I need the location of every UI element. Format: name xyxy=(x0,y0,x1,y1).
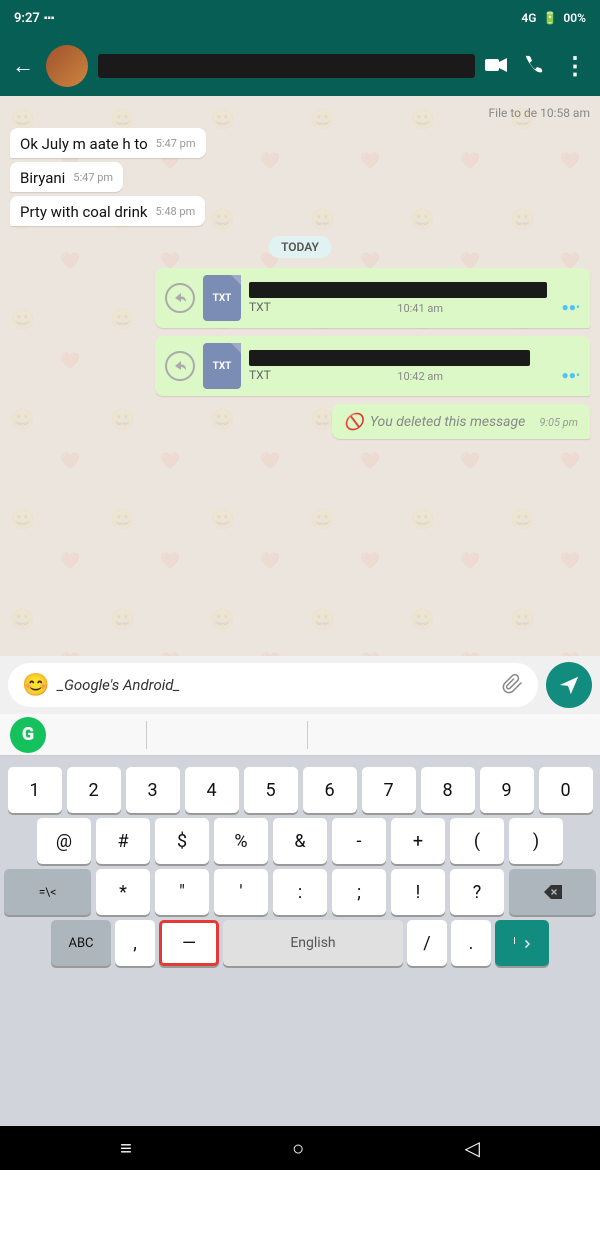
key-dash[interactable]: — xyxy=(159,920,219,966)
divider-2 xyxy=(307,721,308,749)
emoji-button[interactable]: 😊 xyxy=(22,673,49,698)
more-options-icon[interactable]: ⋮ xyxy=(563,52,588,80)
message-text-input[interactable]: _Google's Android_ xyxy=(57,676,494,694)
key-asterisk[interactable]: * xyxy=(96,869,150,915)
key-slash[interactable]: / xyxy=(407,920,447,966)
msg-ticks-2: ●●• xyxy=(561,368,580,382)
key-dollar[interactable]: $ xyxy=(155,818,209,864)
key-ampersand[interactable]: & xyxy=(273,818,327,864)
key-at[interactable]: @ xyxy=(37,818,91,864)
send-button[interactable] xyxy=(546,662,592,708)
battery-label: 00% xyxy=(563,11,586,25)
enter-key[interactable] xyxy=(495,920,549,966)
message-1: Ok July m aate h to 5:47 pm xyxy=(10,128,206,158)
header-icons: ⋮ xyxy=(485,52,588,80)
key-comma[interactable]: , xyxy=(115,920,155,966)
keyboard-toolbar: G xyxy=(0,714,600,756)
key-open-paren[interactable]: ( xyxy=(450,818,504,864)
key-symbols-toggle[interactable]: =\< xyxy=(4,869,91,915)
nav-home-icon[interactable]: ○ xyxy=(292,1136,304,1161)
divider-1 xyxy=(146,721,147,749)
nav-menu-icon[interactable]: ≡ xyxy=(120,1136,132,1161)
network-label: 4G xyxy=(521,11,536,25)
chat-header: ← ⋮ xyxy=(0,36,600,96)
key-apostrophe[interactable]: ' xyxy=(214,869,268,915)
key-6[interactable]: 6 xyxy=(303,767,357,813)
day-separator: TODAY xyxy=(269,236,331,258)
message-input-container[interactable]: 😊 _Google's Android_ xyxy=(8,663,538,707)
grammarly-button[interactable]: G xyxy=(10,717,46,753)
voice-call-icon[interactable] xyxy=(525,54,545,79)
key-abc[interactable]: ABC xyxy=(51,920,111,966)
nav-bar: ≡ ○ ◁ xyxy=(0,1126,600,1170)
status-bar: 9:27 ▪▪▪ 4G 🔋 00% xyxy=(0,0,600,36)
key-7[interactable]: 7 xyxy=(362,767,416,813)
top-file-msg: File to de 10:58 am xyxy=(489,106,590,120)
time-display: 9:27 xyxy=(14,11,40,26)
key-8[interactable]: 8 xyxy=(421,767,475,813)
key-quote[interactable]: " xyxy=(155,869,209,915)
file-type-icon-2: TXT xyxy=(203,343,241,389)
back-button[interactable]: ← xyxy=(12,53,34,79)
message-2: Biryani 5:47 pm xyxy=(10,162,123,192)
contact-name[interactable] xyxy=(98,54,475,78)
key-5[interactable]: 5 xyxy=(244,767,298,813)
bottom-row: ABC , — English / . xyxy=(4,920,596,966)
file-message-2[interactable]: TXT TXT 10:42 am ●●• xyxy=(155,336,590,396)
file-info-1: TXT 10:41 am ●●• xyxy=(249,282,580,315)
key-4[interactable]: 4 xyxy=(185,767,239,813)
key-3[interactable]: 3 xyxy=(126,767,180,813)
chat-area: File to de 10:58 am Ok July m aate h to … xyxy=(0,96,600,656)
file-message-1[interactable]: TXT TXT 10:41 am ●●• xyxy=(155,268,590,328)
symbol-row-1: @ # $ % & - + ( ) xyxy=(4,818,596,864)
block-icon: 🚫 xyxy=(344,412,364,431)
avatar[interactable] xyxy=(46,45,88,87)
key-9[interactable]: 9 xyxy=(480,767,534,813)
toolbar-suggestions xyxy=(66,721,590,749)
key-2[interactable]: 2 xyxy=(67,767,121,813)
file-info-2: TXT 10:42 am ●●• xyxy=(249,350,580,383)
key-close-paren[interactable]: ) xyxy=(509,818,563,864)
key-period[interactable]: . xyxy=(451,920,491,966)
key-minus[interactable]: - xyxy=(332,818,386,864)
message-3: Prty with coal drink 5:48 pm xyxy=(10,196,205,226)
backspace-key[interactable] xyxy=(509,869,596,915)
deleted-message: 🚫 You deleted this message 9:05 pm xyxy=(332,404,590,439)
video-call-icon[interactable] xyxy=(485,54,507,78)
keyboard[interactable]: 1 2 3 4 5 6 7 8 9 0 @ # $ % & - + ( ) =\… xyxy=(0,756,600,1126)
nav-back-icon[interactable]: ◁ xyxy=(464,1136,479,1160)
key-0[interactable]: 0 xyxy=(539,767,593,813)
key-semicolon[interactable]: ; xyxy=(332,869,386,915)
status-right: 4G 🔋 00% xyxy=(521,11,586,25)
file-name-redacted-2 xyxy=(249,350,530,366)
signal-icon: ▪▪▪ xyxy=(44,13,55,24)
key-question[interactable]: ? xyxy=(450,869,504,915)
msg-ticks-1: ●●• xyxy=(561,300,580,314)
key-hash[interactable]: # xyxy=(96,818,150,864)
forward-icon-1 xyxy=(165,283,195,313)
forward-icon-2 xyxy=(165,351,195,381)
key-exclaim[interactable]: ! xyxy=(391,869,445,915)
file-name-redacted-1 xyxy=(249,282,547,298)
key-percent[interactable]: % xyxy=(214,818,268,864)
key-plus[interactable]: + xyxy=(391,818,445,864)
symbol-row-2: =\< * " ' : ; ! ? xyxy=(4,869,596,915)
file-type-icon-1: TXT xyxy=(203,275,241,321)
attach-button[interactable] xyxy=(502,672,524,699)
input-bar: 😊 _Google's Android_ xyxy=(0,656,600,714)
spacebar-key[interactable]: English xyxy=(223,920,403,966)
number-row: 1 2 3 4 5 6 7 8 9 0 xyxy=(4,767,596,813)
battery-icon: 🔋 xyxy=(542,11,557,25)
status-time: 9:27 ▪▪▪ xyxy=(14,11,54,26)
key-colon[interactable]: : xyxy=(273,869,327,915)
key-1[interactable]: 1 xyxy=(8,767,62,813)
